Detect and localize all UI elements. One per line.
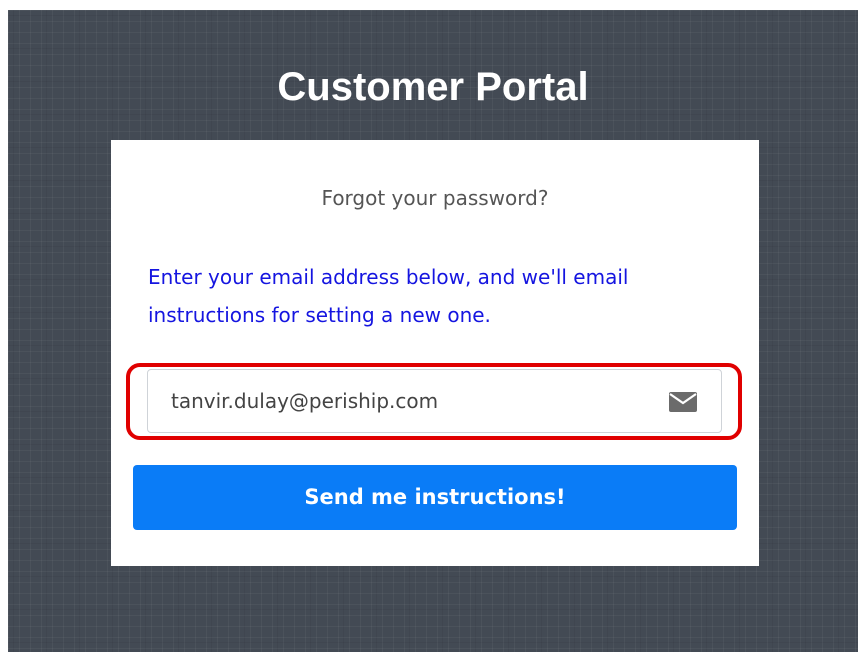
instructions-line-1: Enter your email address below, and we'l… bbox=[148, 265, 629, 289]
instructions-line-2: instructions for setting a new one. bbox=[148, 303, 491, 327]
page-title: Customer Portal bbox=[277, 65, 589, 109]
forgot-password-card: Forgot your password? Enter your email a… bbox=[111, 140, 759, 566]
send-instructions-button[interactable]: Send me instructions! bbox=[133, 465, 737, 530]
instructions-text: Enter your email address below, and we'l… bbox=[148, 258, 748, 334]
email-field-highlight bbox=[126, 363, 742, 440]
card-subtitle: Forgot your password? bbox=[321, 186, 549, 210]
